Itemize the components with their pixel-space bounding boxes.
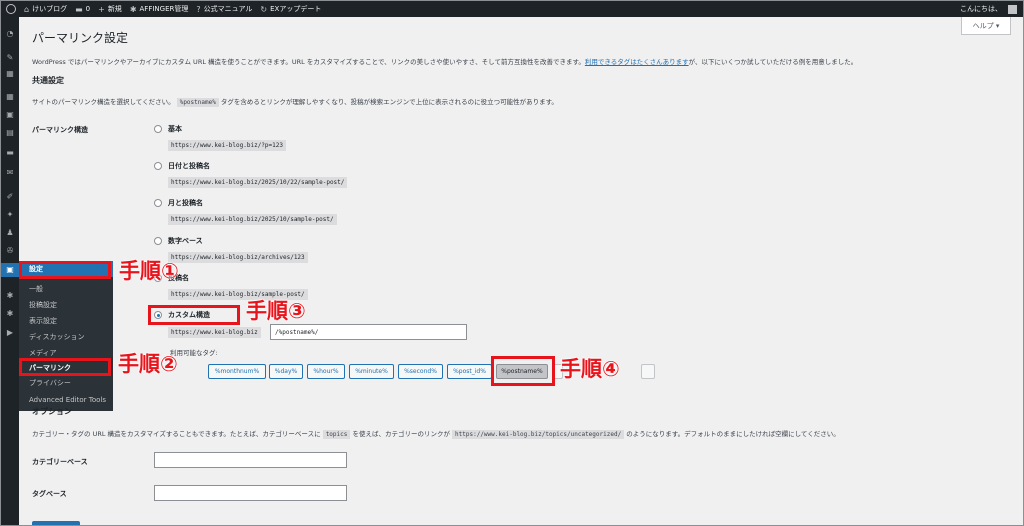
- home-icon: ⌂: [24, 4, 30, 14]
- admin-bar-site-name[interactable]: ⌂ けいブログ: [24, 4, 67, 14]
- tag-monthnum-button[interactable]: %monthnum%: [208, 364, 266, 379]
- avatar: [1008, 4, 1017, 14]
- permalink-structure-label: パーマリンク構造: [32, 126, 88, 134]
- annotation-step1: 手順①: [119, 259, 179, 283]
- radio-numeric[interactable]: [154, 237, 162, 245]
- tag-day-button[interactable]: %day%: [269, 364, 303, 379]
- tag-hour-button[interactable]: %hour%: [307, 364, 345, 379]
- gear-icon[interactable]: ✱: [5, 291, 15, 301]
- refresh-icon: ↻: [260, 4, 268, 14]
- admin-bar-manual[interactable]: ? 公式マニュアル: [196, 4, 252, 14]
- tools-icon[interactable]: ✇: [5, 246, 15, 256]
- category-base-input[interactable]: [154, 452, 347, 468]
- admin-bar-affinger[interactable]: ✱ AFFINGER管理: [130, 4, 189, 14]
- admin-bar-account[interactable]: こんにちは、: [960, 1, 1017, 17]
- option-plain[interactable]: 基本: [154, 124, 182, 134]
- tag-second-button[interactable]: %second%: [398, 364, 443, 379]
- custom-structure-input[interactable]: [270, 324, 467, 340]
- example-day-name: https://www.kei-blog.biz/2025/10/22/samp…: [168, 177, 348, 188]
- comment-icon[interactable]: ▬: [5, 148, 15, 158]
- admin-bar-comments[interactable]: ▬ 0: [75, 5, 90, 14]
- admin-sidebar: ◔ ✎ ▦ ▦ ▣ ▤ ▬ ✉ ✐ ✦ ♟ ✇ ▣ ✱ ✱ ▶: [1, 17, 19, 525]
- submenu-writing[interactable]: 投稿設定: [19, 300, 113, 310]
- gear-icon[interactable]: ✱: [5, 309, 15, 319]
- annotation-step3: 手順③: [246, 299, 306, 323]
- play-icon[interactable]: ▶: [5, 328, 15, 338]
- optional-title: オプション: [32, 407, 72, 416]
- media-icon[interactable]: ▣: [5, 110, 15, 120]
- submenu-discussion[interactable]: ディスカッション: [19, 332, 113, 342]
- optional-description: カテゴリー・タグの URL 構造をカスタマイズすることもできます。たとえば、カテ…: [32, 430, 840, 439]
- common-settings-description: サイトのパーマリンク構造を選択してください。 %postname% タグを含める…: [32, 98, 558, 107]
- settings-submenu: 設定 一般 投稿設定 表示設定 ディスカッション メディア パーマリンク プライ…: [19, 261, 113, 411]
- annotation-box-custom: [148, 305, 240, 325]
- grid-icon[interactable]: ▦: [5, 69, 15, 79]
- plugins-icon[interactable]: ✦: [5, 210, 15, 220]
- tag-base-label: タグベース: [32, 490, 67, 498]
- topics-code: topics: [322, 430, 351, 439]
- category-link-code: https://www.kei-blog.biz/topics/uncatego…: [452, 430, 625, 439]
- radio-month-name[interactable]: [154, 199, 162, 207]
- wordpress-logo-icon[interactable]: [6, 4, 16, 14]
- admin-bar-ex-update[interactable]: ↻ EXアップデート: [260, 4, 321, 14]
- submenu-privacy[interactable]: プライバシー: [19, 378, 113, 388]
- custom-structure-prefix: https://www.kei-blog.biz: [168, 327, 261, 338]
- settings-icon[interactable]: ▣: [1, 263, 19, 277]
- category-base-label: カテゴリーベース: [32, 458, 88, 466]
- example-month-name: https://www.kei-blog.biz/2025/10/sample-…: [168, 214, 337, 225]
- question-icon: ?: [196, 4, 201, 14]
- tag-more-button[interactable]: [641, 364, 655, 379]
- postname-code: %postname%: [176, 98, 219, 107]
- common-settings-title: 共通設定: [32, 76, 64, 85]
- comment-icon: ▬: [75, 4, 83, 14]
- pages-icon[interactable]: ▤: [5, 128, 15, 138]
- dashboard-icon[interactable]: ◔: [5, 29, 15, 39]
- page-title: パーマリンク設定: [32, 31, 129, 45]
- available-tags-link[interactable]: 利用できるタグはたくさんあります: [585, 58, 689, 66]
- annotation-step4: 手順④: [560, 357, 620, 381]
- tag-post-id-button[interactable]: %post_id%: [447, 364, 492, 379]
- submenu-media[interactable]: メディア: [19, 348, 113, 358]
- save-changes-button[interactable]: [32, 521, 80, 525]
- mail-icon[interactable]: ✉: [5, 168, 15, 178]
- annotation-box-postname: [491, 356, 555, 386]
- submenu-advanced-editor-tools[interactable]: Advanced Editor Tools: [19, 395, 113, 405]
- option-day-name[interactable]: 日付と投稿名: [154, 161, 210, 171]
- intro-description: WordPress ではパーマリンクやアーカイブにカスタム URL 構造を使うこ…: [32, 58, 858, 66]
- tag-base-input[interactable]: [154, 485, 347, 501]
- annotation-step2: 手順②: [118, 352, 178, 376]
- plus-icon: +: [98, 4, 105, 14]
- users-icon[interactable]: ♟: [5, 228, 15, 238]
- help-tab-button[interactable]: ヘルプ ▾: [961, 17, 1011, 35]
- grid-icon[interactable]: ▦: [5, 92, 15, 102]
- pin-icon[interactable]: ✎: [5, 53, 15, 63]
- option-month-name[interactable]: 月と投稿名: [154, 198, 203, 208]
- radio-plain[interactable]: [154, 125, 162, 133]
- screenshot-frame: ⌂ けいブログ ▬ 0 + 新規 ✱ AFFINGER管理 ? 公式マニュアル …: [0, 0, 1024, 526]
- option-numeric[interactable]: 数字ベース: [154, 236, 203, 246]
- example-numeric: https://www.kei-blog.biz/archives/123: [168, 252, 308, 263]
- admin-bar-new[interactable]: + 新規: [98, 4, 122, 14]
- tag-minute-button[interactable]: %minute%: [349, 364, 394, 379]
- appearance-icon[interactable]: ✐: [5, 192, 15, 202]
- example-plain: https://www.kei-blog.biz/?p=123: [168, 140, 286, 151]
- radio-day-name[interactable]: [154, 162, 162, 170]
- annotation-box-settings: [19, 261, 111, 279]
- submenu-general[interactable]: 一般: [19, 284, 113, 294]
- submenu-reading[interactable]: 表示設定: [19, 316, 113, 326]
- gear-icon: ✱: [129, 4, 137, 14]
- admin-bar: ⌂ けいブログ ▬ 0 + 新規 ✱ AFFINGER管理 ? 公式マニュアル …: [1, 1, 1023, 17]
- annotation-box-permalink: [19, 358, 111, 376]
